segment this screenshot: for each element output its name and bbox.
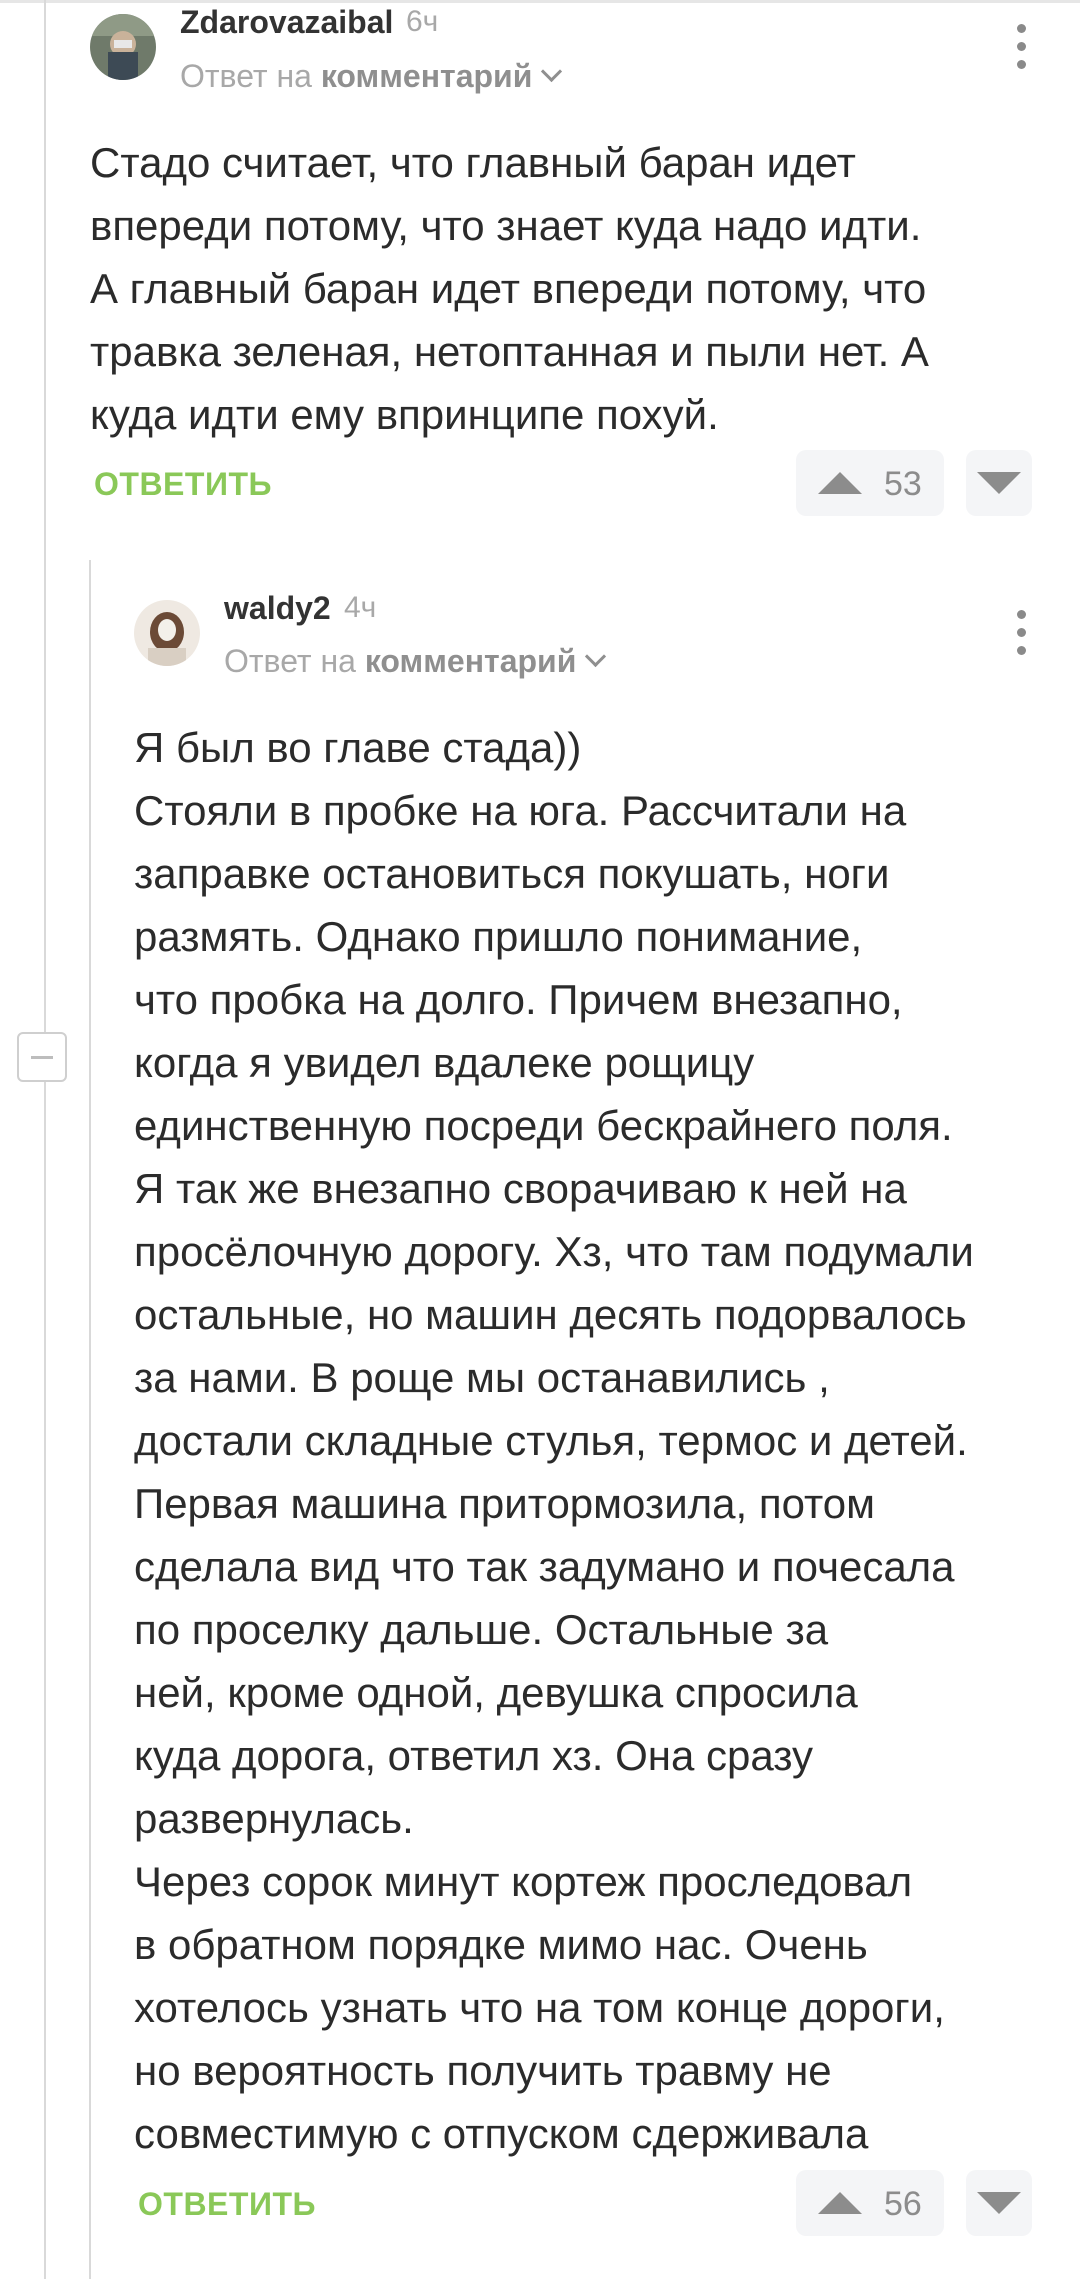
reply-to-target[interactable]: комментарий <box>321 58 533 94</box>
triangle-down-icon <box>977 472 1021 494</box>
thread-line-root <box>44 0 46 2279</box>
more-options-icon[interactable] <box>1012 608 1032 658</box>
chevron-down-icon[interactable] <box>585 645 607 668</box>
comment-body: Я был во главе стада)) Стояли в пробке н… <box>134 724 974 2157</box>
avatar-image <box>134 600 200 666</box>
reply-to-target[interactable]: комментарий <box>365 643 577 679</box>
comment-body: Стадо считает, что главный баран идет вп… <box>90 139 929 438</box>
top-divider <box>0 0 1080 3</box>
avatar-image <box>90 14 156 80</box>
more-options-icon[interactable] <box>1012 22 1032 72</box>
triangle-up-icon <box>818 2192 862 2214</box>
triangle-up-icon <box>818 472 862 494</box>
reply-to-link[interactable]: Ответ на комментарий <box>180 58 563 95</box>
avatar[interactable] <box>90 14 156 80</box>
rating-count: 53 <box>884 465 922 503</box>
comment-author[interactable]: Zdarovazaibal <box>180 4 393 41</box>
reply-button[interactable]: ОТВЕТИТЬ <box>94 466 272 503</box>
downvote-button[interactable] <box>966 450 1032 516</box>
reply-to-prefix: Ответ на <box>224 643 356 679</box>
triangle-down-icon <box>977 2192 1021 2214</box>
upvote-button[interactable]: 53 <box>796 450 944 516</box>
thread-line-reply <box>89 560 91 2279</box>
downvote-button[interactable] <box>966 2170 1032 2236</box>
comment-time: 6ч <box>406 5 439 38</box>
upvote-button[interactable]: 56 <box>796 2170 944 2236</box>
reply-to-link[interactable]: Ответ на комментарий <box>224 643 607 680</box>
comment-time: 4ч <box>344 591 377 624</box>
avatar[interactable] <box>134 600 200 666</box>
collapse-thread-button[interactable] <box>17 1032 67 1082</box>
reply-button[interactable]: ОТВЕТИТЬ <box>138 2186 316 2223</box>
rating-count: 56 <box>884 2185 922 2223</box>
reply-to-prefix: Ответ на <box>180 58 312 94</box>
chevron-down-icon[interactable] <box>541 60 563 83</box>
comment-author[interactable]: waldy2 <box>224 590 331 627</box>
